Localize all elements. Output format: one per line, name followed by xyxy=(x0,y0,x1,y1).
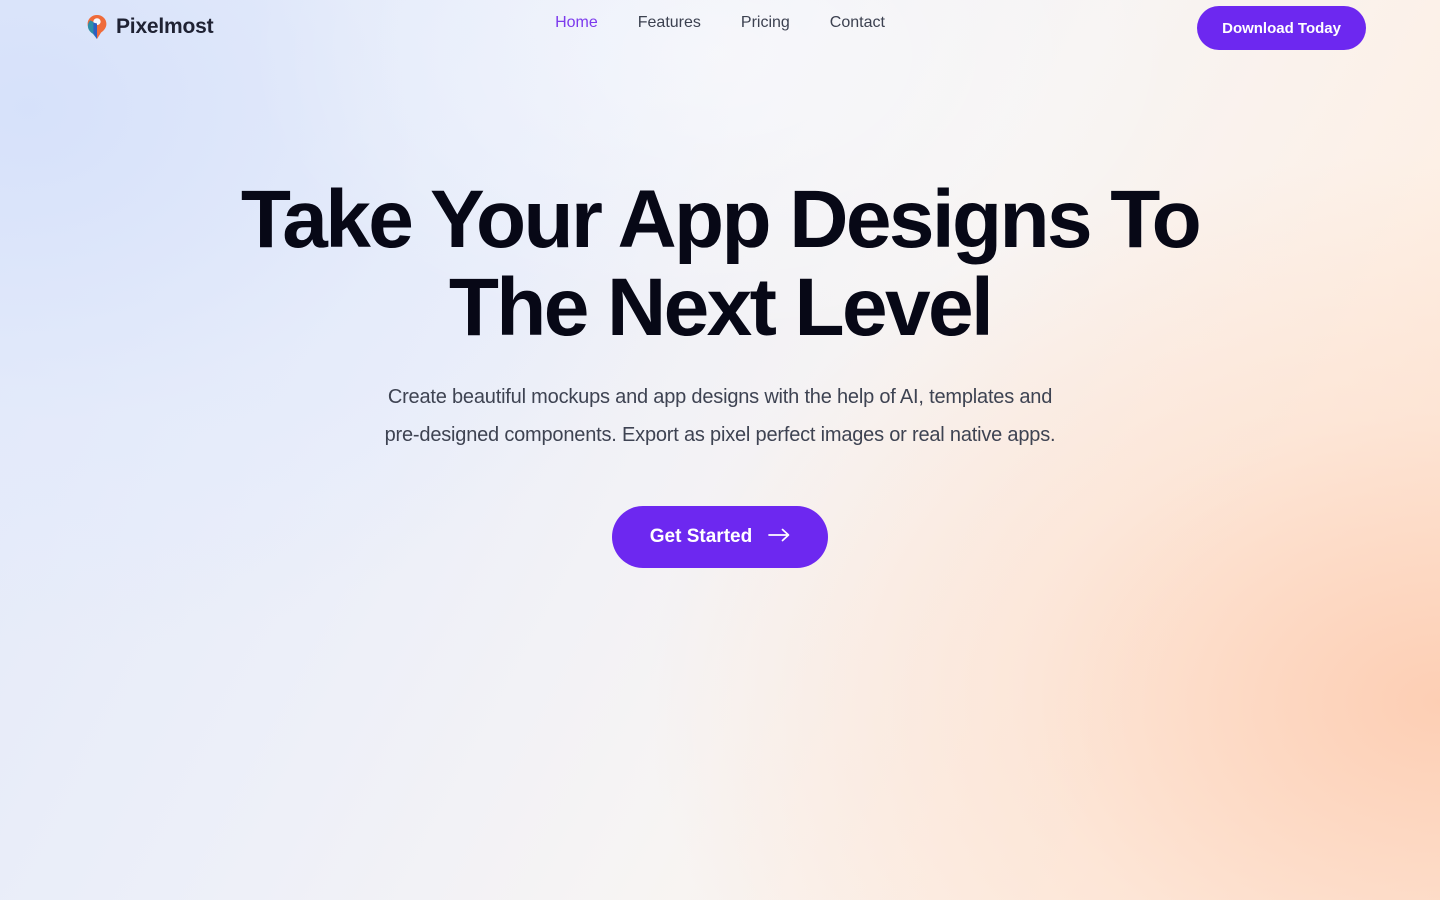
get-started-label: Get Started xyxy=(649,526,753,547)
headline-line-1: Take Your App Designs To xyxy=(240,174,1202,265)
arrow-right-icon xyxy=(768,526,790,548)
headline-line-2: The Next Level xyxy=(448,262,994,353)
mockup-showcase: Progress bar Bar chart Circle progress-b… xyxy=(0,600,1440,900)
site-header: Pixelmost Home Features Pricing Contact … xyxy=(0,0,1440,56)
hero-subtitle: Create beautiful mockups and app designs… xyxy=(270,378,1170,454)
nav-item-pricing[interactable]: Pricing xyxy=(741,14,790,32)
nav-item-features[interactable]: Features xyxy=(638,14,701,32)
get-started-button[interactable]: Get Started xyxy=(611,506,829,568)
hero-section: Take Your App Designs To The Next Level … xyxy=(0,0,1440,568)
nav-item-home[interactable]: Home xyxy=(555,14,598,32)
subtitle-line-2: pre-designed components. Export as pixel… xyxy=(384,424,1056,446)
download-today-button[interactable]: Download Today xyxy=(1197,6,1366,50)
page-title: Take Your App Designs To The Next Level xyxy=(0,176,1440,352)
nav-item-contact[interactable]: Contact xyxy=(830,14,885,32)
subtitle-line-1: Create beautiful mockups and app designs… xyxy=(387,386,1053,408)
